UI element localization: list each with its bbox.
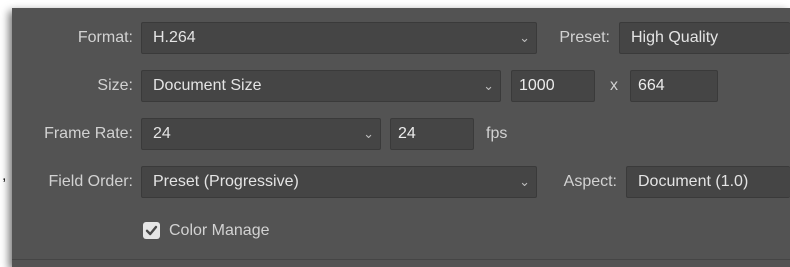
- edge-mark: ,: [2, 167, 7, 184]
- aspect-value: Document (1.0): [638, 173, 749, 190]
- size-select[interactable]: Document Size ⌄: [141, 70, 501, 102]
- aspect-select[interactable]: Document (1.0): [626, 166, 790, 198]
- frame-rate-value: 24: [153, 125, 171, 142]
- chevron-down-icon: ⌄: [363, 126, 374, 141]
- height-input[interactable]: 664: [630, 70, 718, 102]
- color-manage-checkbox[interactable]: [143, 222, 160, 239]
- chevron-down-icon: ⌄: [483, 78, 494, 93]
- frame-rate-label: Frame Rate:: [44, 125, 133, 142]
- preset-select[interactable]: High Quality: [619, 22, 790, 54]
- field-order-label: Field Order:: [48, 173, 133, 190]
- format-value: H.264: [153, 29, 196, 46]
- panel-divider: [12, 259, 790, 260]
- export-settings-panel: Format: H.264 ⌄ Preset: High Quality Siz…: [12, 8, 790, 267]
- field-order-value: Preset (Progressive): [153, 173, 299, 190]
- frame-rate-select[interactable]: 24 ⌄: [141, 118, 381, 150]
- size-label: Size:: [97, 77, 133, 94]
- preset-label: Preset:: [559, 29, 610, 46]
- frame-rate-input[interactable]: 24: [390, 118, 474, 150]
- chevron-down-icon: ⌄: [519, 30, 530, 45]
- chevron-down-icon: ⌄: [519, 174, 530, 189]
- checkmark-icon: [145, 225, 158, 236]
- field-order-select[interactable]: Preset (Progressive) ⌄: [141, 166, 537, 198]
- width-input[interactable]: 1000: [511, 70, 595, 102]
- aspect-label: Aspect:: [563, 173, 617, 190]
- size-value: Document Size: [153, 77, 262, 94]
- format-select[interactable]: H.264 ⌄: [141, 22, 537, 54]
- format-label: Format:: [77, 29, 133, 46]
- color-manage-label[interactable]: Color Manage: [169, 215, 270, 247]
- fps-unit: fps: [486, 125, 508, 142]
- preset-value: High Quality: [631, 29, 719, 46]
- dimension-separator: x: [610, 77, 618, 94]
